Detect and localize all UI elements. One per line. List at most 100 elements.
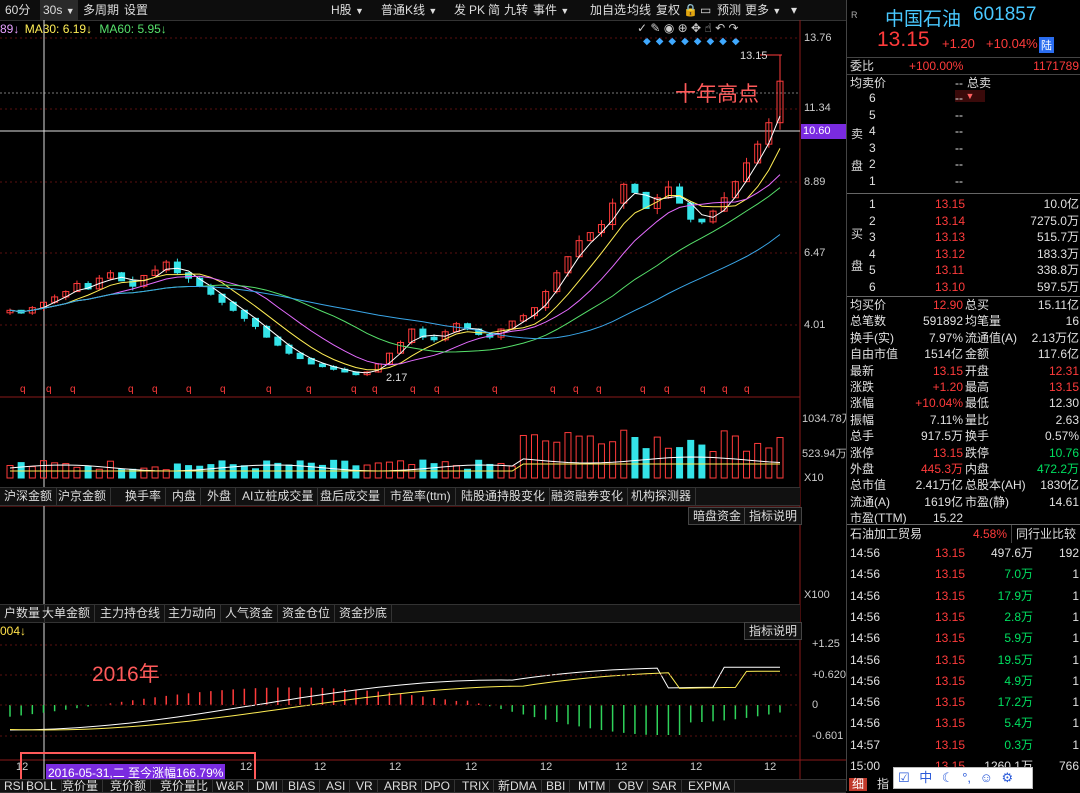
- tick-row[interactable]: 14:56 13.15 17.9万 1: [847, 586, 1080, 606]
- tab-auction-amt[interactable]: 竞价额: [106, 780, 152, 792]
- stats-row[interactable]: 换手(实) 7.97% 流通值(A) 2.13万亿: [847, 330, 1080, 346]
- buy-row[interactable]: 1 13.15 10.0亿: [847, 196, 1080, 212]
- index-tab[interactable]: 指: [877, 778, 889, 791]
- tab-turnover[interactable]: 换手率: [121, 488, 167, 505]
- period-30s-button[interactable]: 30s ▼: [40, 0, 78, 20]
- tick-time: 14:56: [850, 588, 881, 603]
- ime-smile-icon[interactable]: ☺: [980, 770, 993, 785]
- tab-margin[interactable]: 融资融券变化: [547, 488, 629, 505]
- stats-row[interactable]: 流通(A) 1619亿 市盈(静) 14.61: [847, 494, 1080, 510]
- ime-logo-icon[interactable]: ☑: [898, 770, 910, 785]
- window-icon[interactable]: ▭: [697, 0, 714, 20]
- sell-row[interactable]: 5 -- --: [847, 107, 1080, 123]
- tab-after-hours[interactable]: 盘后成交量: [316, 488, 386, 505]
- stats-row[interactable]: 总手 917.5万 换手 0.57%: [847, 428, 1080, 444]
- forecast-button[interactable]: 预测: [714, 0, 744, 20]
- tick-row[interactable]: 14:56 13.15 5.4万 1: [847, 713, 1080, 733]
- period-60min-button[interactable]: 60分: [2, 0, 33, 20]
- h-share-button[interactable]: H股 ▼: [328, 0, 367, 20]
- tab-new-dma[interactable]: 新DMA: [494, 780, 542, 792]
- event-button[interactable]: 事件 ▼: [530, 0, 572, 20]
- sell-row[interactable]: 2 -- --: [847, 156, 1080, 172]
- sell-row[interactable]: 1 -- --: [847, 173, 1080, 189]
- tab-auction-ratio[interactable]: 竞价量比: [156, 780, 214, 792]
- buy-row[interactable]: 6 13.10 597.5万: [847, 279, 1080, 295]
- stats-row[interactable]: 均买价 12.90 总买 15.11亿: [847, 297, 1080, 313]
- ime-settings-icon[interactable]: ⚙: [1002, 770, 1014, 785]
- tab-mtm[interactable]: MTM: [574, 780, 611, 792]
- tab-outer[interactable]: 外盘: [203, 488, 237, 505]
- tab-shsz-amount[interactable]: 沪深金额: [0, 488, 58, 505]
- sell-row[interactable]: 6 -- --: [847, 90, 1080, 106]
- tab-hk-connect[interactable]: 陆股通持股变化: [457, 488, 551, 505]
- detail-tab[interactable]: 细: [849, 778, 868, 791]
- panel3-help-button[interactable]: 指标说明: [744, 622, 803, 640]
- tab-arbr[interactable]: ARBR: [380, 780, 423, 792]
- tick-row[interactable]: 14:56 13.15 19.5万 1: [847, 650, 1080, 670]
- tab-vr[interactable]: VR: [352, 780, 378, 792]
- buy-row[interactable]: 3 13.13 515.7万: [847, 229, 1080, 245]
- tab-sar[interactable]: SAR: [648, 780, 682, 792]
- tick-row[interactable]: 14:56 13.15 17.2万 1: [847, 692, 1080, 712]
- tab-auction-vol[interactable]: 竞价量: [58, 780, 104, 792]
- tick-row[interactable]: 14:56 13.15 7.0万 1: [847, 564, 1080, 584]
- tick-row[interactable]: 14:56 13.15 497.6万 192: [847, 543, 1080, 563]
- tab-main-trend[interactable]: 主力动向: [164, 605, 222, 622]
- stats-row[interactable]: 自由市值 1514亿 金额 117.6亿: [847, 346, 1080, 362]
- more-button[interactable]: 更多 ▼: [742, 0, 784, 20]
- stats-row[interactable]: 涨停 13.15 跌停 10.76: [847, 445, 1080, 461]
- jiuzhuan-button[interactable]: 九转: [501, 0, 531, 20]
- tab-fund-position[interactable]: 资金仓位: [278, 605, 336, 622]
- tab-pe-ttm[interactable]: 市盈率(ttm): [386, 488, 456, 505]
- tab-boll[interactable]: BOLL: [22, 780, 62, 792]
- tab-asi[interactable]: ASI: [322, 780, 351, 792]
- stats-row[interactable]: 最新 13.15 开盘 12.31: [847, 363, 1080, 379]
- tick-row[interactable]: 14:57 13.15 0.3万 1: [847, 735, 1080, 755]
- ma-button[interactable]: 均线: [624, 0, 654, 20]
- sell-row[interactable]: 4 -- --: [847, 123, 1080, 139]
- adjust-button[interactable]: 复权: [653, 0, 683, 20]
- tab-bbi[interactable]: BBI: [542, 780, 571, 792]
- stats-row[interactable]: 总市值 2.41万亿 总股本(AH) 1830亿: [847, 477, 1080, 493]
- tab-bias[interactable]: BIAS: [284, 780, 321, 792]
- settings-button[interactable]: 设置: [121, 0, 151, 20]
- tab-dpo[interactable]: DPO: [420, 780, 456, 792]
- tick-row[interactable]: 14:56 13.15 4.9万 1: [847, 671, 1080, 691]
- industry-compare-button[interactable]: 同行业比较: [1011, 525, 1076, 543]
- tab-obv[interactable]: OBV: [614, 780, 649, 792]
- buy-row[interactable]: 2 13.14 7275.0万: [847, 213, 1080, 229]
- kline-type-select[interactable]: 普通K线 ▼: [378, 0, 440, 20]
- add-watchlist-button[interactable]: 加自选: [587, 0, 629, 20]
- ime-moon-icon[interactable]: ☾: [942, 770, 954, 785]
- ime-punct-icon[interactable]: °,: [962, 770, 971, 785]
- tab-popularity[interactable]: 人气资金: [221, 605, 279, 622]
- stats-row[interactable]: 外盘 445.3万 内盘 472.2万: [847, 461, 1080, 477]
- buy-row[interactable]: 5 13.11 338.8万: [847, 262, 1080, 278]
- tab-inner[interactable]: 内盘: [168, 488, 202, 505]
- tab-expma[interactable]: EXPMA: [684, 780, 736, 792]
- buy-row[interactable]: 4 13.12 183.3万: [847, 246, 1080, 262]
- collapse-icon[interactable]: ▾: [788, 0, 800, 20]
- stats-row[interactable]: 振幅 7.11% 量比 2.63: [847, 412, 1080, 428]
- tab-big-order[interactable]: 大单金额: [38, 605, 96, 622]
- tab-wr[interactable]: W&R: [212, 780, 249, 792]
- sell-row[interactable]: 3 -- --: [847, 140, 1080, 156]
- tab-institution[interactable]: 机构探测器: [627, 488, 697, 505]
- dark-pool-button[interactable]: 暗盘资金: [688, 507, 747, 525]
- industry-name[interactable]: 石油加工贸易: [850, 525, 922, 543]
- ime-chinese-mode[interactable]: 中: [919, 770, 932, 785]
- tick-row[interactable]: 14:56 13.15 5.9万 1: [847, 628, 1080, 648]
- tab-fund-bottom[interactable]: 资金抄底: [335, 605, 393, 622]
- tab-ai-volume[interactable]: AI立桩成交量: [238, 488, 319, 505]
- multi-period-button[interactable]: 多周期: [80, 0, 122, 20]
- stats-row[interactable]: 涨幅 +10.04% 最低 12.30: [847, 395, 1080, 411]
- stat-label: 总买: [965, 298, 990, 312]
- tab-dmi[interactable]: DMI: [252, 780, 283, 792]
- stats-row[interactable]: 涨跌 +1.20 最高 13.15: [847, 379, 1080, 395]
- stats-row[interactable]: 总笔数 591892 均笔量 16: [847, 313, 1080, 329]
- tab-shbj-amount[interactable]: 沪京金额: [54, 488, 112, 505]
- indicator-help-button[interactable]: 指标说明: [744, 507, 803, 525]
- tab-main-position[interactable]: 主力持仓线: [96, 605, 166, 622]
- tick-row[interactable]: 14:56 13.15 2.8万 1: [847, 607, 1080, 627]
- tab-trix[interactable]: TRIX: [458, 780, 495, 792]
